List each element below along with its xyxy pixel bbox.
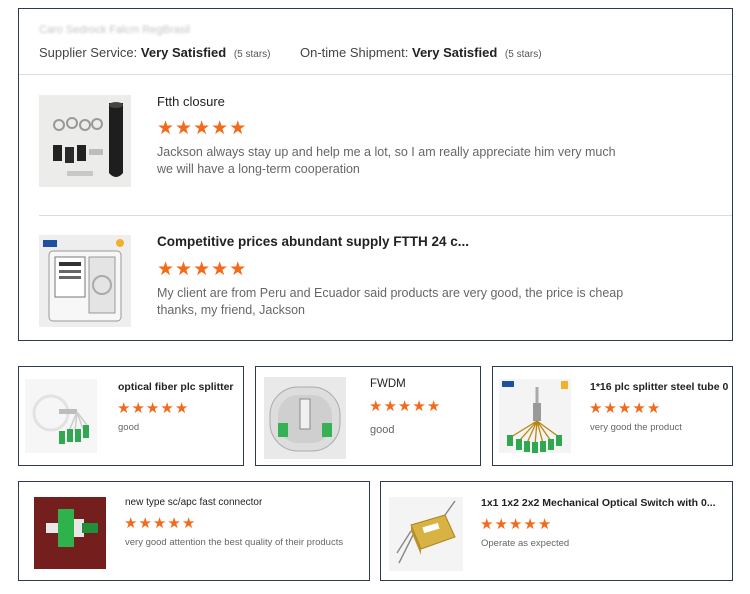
item-title[interactable]: Competitive prices abundant supply FTTH … (157, 234, 469, 249)
star-icon: ★ (157, 118, 175, 139)
star-icon: ★ (211, 118, 229, 139)
star-icon: ★ (523, 516, 537, 533)
star-icon: ★ (494, 516, 508, 533)
review-stars: ★ ★ ★ ★ ★ (124, 516, 195, 531)
star-icon: ★ (181, 515, 196, 532)
review-stars: ★ ★ ★ ★ ★ (369, 399, 440, 414)
review-comment: good (118, 422, 140, 433)
review-comment: very good attention the best quality of … (125, 537, 344, 548)
star-icon: ★ (369, 398, 383, 415)
main-review-card: Caro Sedrock Falcm RegBrasil Supplier Se… (18, 8, 733, 341)
star-icon: ★ (131, 400, 145, 417)
product-image-plc-splitter-steel-tube[interactable] (499, 379, 571, 453)
star-icon: ★ (193, 118, 211, 139)
star-icon: ★ (537, 516, 552, 533)
product-image-optical-switch[interactable] (389, 497, 463, 571)
review-card-plc-splitter[interactable]: optical fiber plc splitter ★ ★ ★ ★ ★ good (18, 366, 244, 466)
ontime-shipment-value: Very Satisfied (412, 45, 498, 60)
star-icon: ★ (160, 400, 174, 417)
star-icon: ★ (412, 398, 426, 415)
star-icon: ★ (157, 259, 175, 280)
review-title[interactable]: 1x1 1x2 2x2 Mechanical Optical Switch wi… (481, 497, 721, 509)
ontime-shipment-stars: (5 stars) (504, 49, 542, 60)
product-image-termination-box[interactable] (39, 235, 131, 327)
star-icon: ★ (383, 398, 397, 415)
star-icon: ★ (124, 515, 138, 532)
star-icon: ★ (117, 400, 131, 417)
review-stars: ★ ★ ★ ★ ★ (480, 517, 551, 532)
star-icon: ★ (229, 259, 247, 280)
supplier-service-stars: (5 stars) (233, 49, 271, 60)
star-icon: ★ (145, 400, 160, 417)
star-icon: ★ (167, 515, 181, 532)
star-icon: ★ (229, 118, 247, 139)
item-stars: ★ ★ ★ ★ ★ (157, 119, 246, 138)
reviewer-name: Caro Sedrock Falcm RegBrasil (39, 24, 190, 36)
review-stars: ★ ★ ★ ★ ★ (589, 401, 660, 416)
review-title[interactable]: FWDM (370, 378, 406, 390)
item-divider (39, 215, 732, 216)
star-icon: ★ (426, 398, 441, 415)
supplier-service-label: Supplier Service: (39, 45, 138, 60)
product-image-plc-splitter[interactable] (25, 379, 97, 453)
comment-line: we will have a long-term cooperation (157, 162, 360, 176)
star-icon: ★ (211, 259, 229, 280)
star-icon: ★ (632, 400, 646, 417)
review-comment: Operate as expected (481, 538, 570, 549)
ontime-shipment-rating: On-time Shipment: Very Satisfied (5 star… (300, 45, 542, 60)
star-icon: ★ (480, 516, 494, 533)
review-card-fwdm[interactable]: FWDM ★ ★ ★ ★ ★ good (255, 366, 481, 466)
comment-line: thanks, my friend, Jackson (157, 303, 305, 317)
review-title[interactable]: new type sc/apc fast connector (125, 497, 262, 508)
star-icon: ★ (152, 515, 167, 532)
review-stars: ★ ★ ★ ★ ★ (117, 401, 188, 416)
review-title[interactable]: optical fiber plc splitter (118, 381, 234, 393)
review-comment: good (370, 424, 395, 436)
header-divider (19, 74, 732, 75)
star-icon: ★ (397, 398, 412, 415)
star-icon: ★ (175, 118, 193, 139)
star-icon: ★ (193, 259, 211, 280)
product-image-fast-connector[interactable] (34, 497, 106, 569)
star-icon: ★ (589, 400, 603, 417)
item-title[interactable]: Ftth closure (157, 94, 225, 109)
review-card-optical-switch[interactable]: 1x1 1x2 2x2 Mechanical Optical Switch wi… (380, 481, 733, 581)
star-icon: ★ (603, 400, 617, 417)
product-image-ftth-closure[interactable] (39, 95, 131, 187)
star-icon: ★ (174, 400, 189, 417)
ontime-shipment-label: On-time Shipment: (300, 45, 409, 60)
review-card-plc-splitter-steel-tube[interactable]: 1*16 plc splitter steel tube 0 ★ ★ ★ ★ ★ ver… (492, 366, 733, 466)
item-stars: ★ ★ ★ ★ ★ (157, 260, 246, 279)
item-comment: My client are from Peru and Ecuador said… (157, 285, 623, 319)
comment-line: My client are from Peru and Ecuador said… (157, 286, 624, 300)
star-icon: ★ (175, 259, 193, 280)
star-icon: ★ (138, 515, 152, 532)
review-title[interactable]: 1*16 plc splitter steel tube 0 (590, 381, 730, 393)
product-image-fwdm[interactable] (264, 377, 346, 459)
star-icon: ★ (646, 400, 661, 417)
star-icon: ★ (617, 400, 632, 417)
supplier-service-value: Very Satisfied (140, 45, 227, 60)
supplier-service-rating: Supplier Service: Very Satisfied (5 star… (39, 45, 270, 60)
star-icon: ★ (508, 516, 523, 533)
review-card-fast-connector[interactable]: new type sc/apc fast connector ★ ★ ★ ★ ★ ver… (18, 481, 370, 581)
review-comment: very good the product (590, 422, 682, 433)
comment-line: Jackson always stay up and help me a lot… (157, 145, 616, 159)
item-comment: Jackson always stay up and help me a lot… (157, 144, 616, 178)
